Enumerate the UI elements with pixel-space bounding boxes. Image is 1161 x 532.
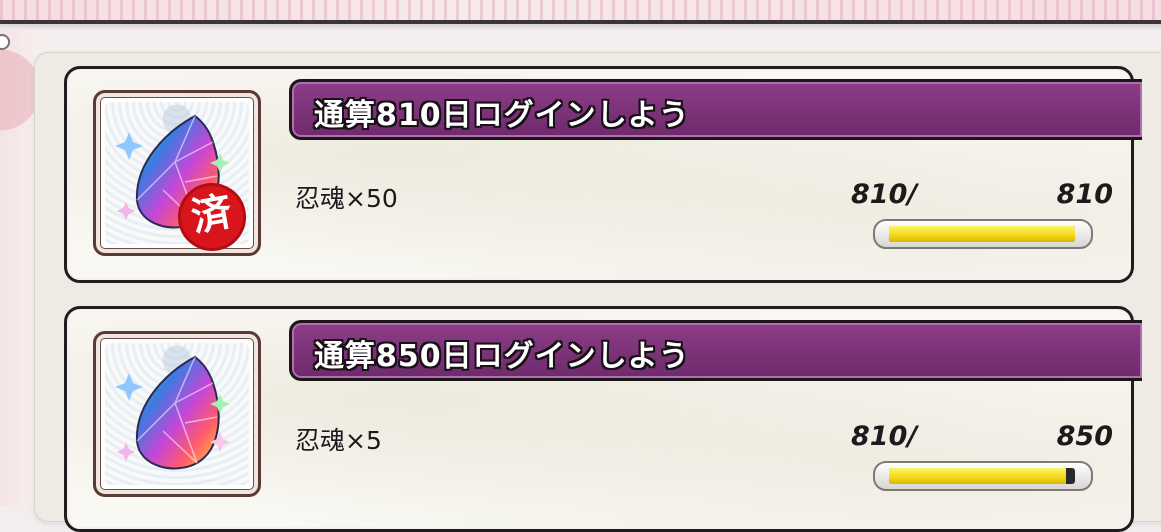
reward-label: 忍魂×50: [295, 184, 398, 213]
mission-title: 通算850日ログインしよう: [314, 339, 690, 374]
mission-card[interactable]: 済 通算810日ログインしよう 忍魂×50 810/ 810: [64, 66, 1142, 283]
progress-current: 810/: [851, 421, 918, 452]
rainbow-gem-icon: [105, 343, 249, 485]
progress-current: 810/: [851, 179, 918, 210]
progress-bar-track: [889, 226, 1075, 242]
progress-target: 810: [1056, 179, 1113, 210]
progress-bar-track: [889, 468, 1075, 484]
progress-bar-fill: [889, 226, 1075, 242]
reward-icon-frame: [93, 331, 261, 497]
reward-icon-frame: 済: [93, 90, 261, 257]
mission-title-bar: 通算850日ログインしよう: [289, 320, 1142, 381]
reward-label: 忍魂×5: [295, 426, 382, 455]
header-decoration: [0, 0, 1161, 20]
mission-title-bar: 通算810日ログインしよう: [289, 79, 1142, 140]
header-shadow: [0, 24, 1161, 30]
progress-bar: [873, 219, 1093, 249]
progress-target: 850: [1056, 421, 1113, 452]
mission-card[interactable]: 通算850日ログインしよう 忍魂×5 810/ 850: [64, 306, 1142, 532]
progress-bar-fill: [889, 468, 1067, 484]
progress-bar: [873, 461, 1093, 491]
mission-title: 通算810日ログインしよう: [314, 98, 690, 133]
